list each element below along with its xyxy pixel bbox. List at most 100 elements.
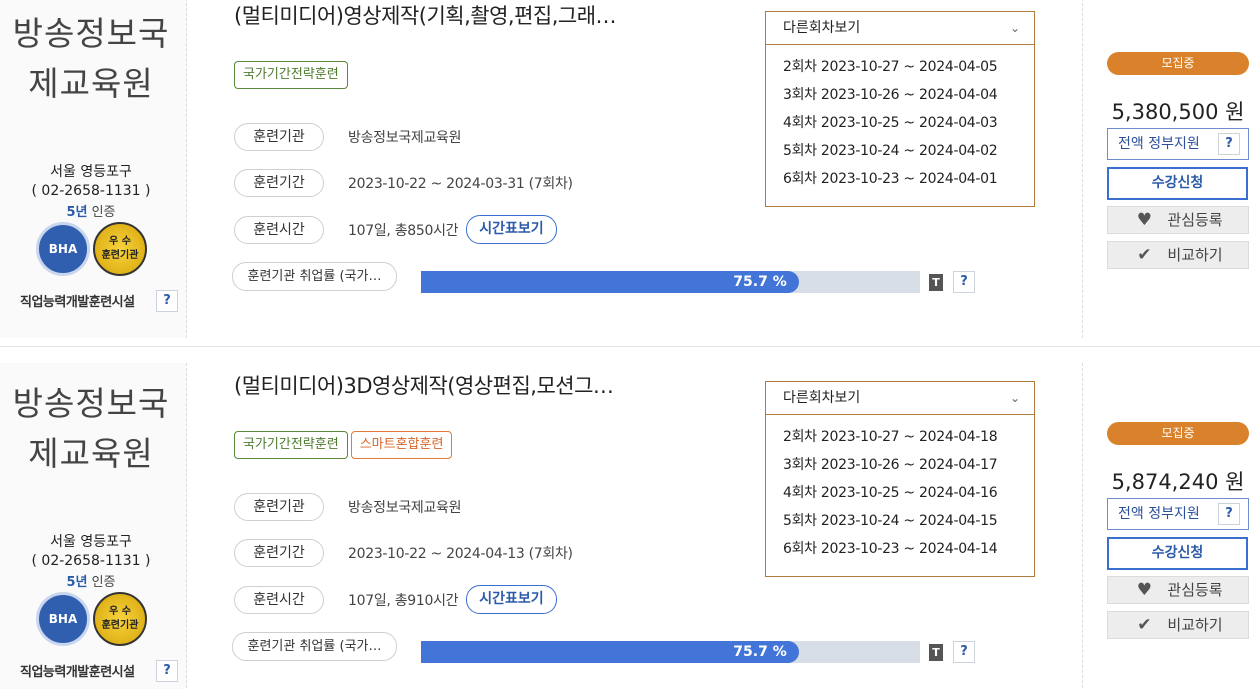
institution-row: 훈련기관 방송정보국제교육원 — [234, 493, 462, 521]
employment-rate-bar: 75.7 % — [421, 641, 920, 663]
timetable-button[interactable]: 시간표보기 — [466, 585, 557, 614]
org-panel: 방송정보국 제교육원 서울 영등포구 ( 02-2658-1131 ) 5년 인… — [0, 363, 187, 689]
period-value: 2023-10-22 ~ 2024-03-31 (7회차) — [348, 176, 573, 192]
institution-value: 방송정보국제교육원 — [348, 500, 462, 516]
org-certification: 5년 인증 — [0, 571, 182, 590]
session-item[interactable]: 4회차 2023-10-25 ~ 2024-04-03 — [766, 109, 1034, 137]
facility-help-button[interactable]: ? — [156, 660, 178, 682]
timetable-button[interactable]: 시간표보기 — [466, 215, 557, 244]
institution-label: 훈련기관 — [234, 123, 324, 151]
session-item[interactable]: 5회차 2023-10-24 ~ 2024-04-15 — [766, 507, 1034, 535]
course-tags: 국가기간전략훈련 — [234, 61, 348, 89]
apply-button[interactable]: 수강신청 — [1107, 537, 1248, 570]
org-name-line1: 방송정보국 — [12, 384, 170, 423]
employment-rate-fill: 75.7 % — [421, 271, 799, 293]
org-name-line1: 방송정보국 — [12, 14, 170, 53]
chevron-down-icon: ⌄ — [1009, 391, 1020, 405]
session-item[interactable]: 6회차 2023-10-23 ~ 2024-04-01 — [766, 165, 1034, 193]
facility-help-button[interactable]: ? — [156, 290, 178, 312]
org-name[interactable]: 방송정보국 제교육원 — [0, 379, 182, 479]
course-title[interactable]: (멀티미디어)3D영상제작(영상편집,모션그… — [234, 371, 614, 401]
heart-icon: ♥ — [1136, 210, 1153, 230]
excellent-institution-badge-icon: 우 수 훈련기관 — [93, 592, 147, 646]
t-icon[interactable]: T — [929, 274, 943, 291]
compare-button[interactable]: ✔ 비교하기 — [1107, 241, 1249, 269]
cert-suffix: 인증 — [87, 205, 116, 220]
course-title[interactable]: (멀티미디어)영상제작(기획,촬영,편집,그래… — [234, 1, 617, 31]
period-row: 훈련기간 2023-10-22 ~ 2024-03-31 (7회차) — [234, 169, 573, 197]
employment-rate-value: 75.7 % — [733, 644, 787, 660]
course-tags: 국가기간전략훈련 스마트혼합훈련 — [234, 431, 453, 459]
course-price: 5,380,500 원 — [1111, 100, 1245, 124]
sessions-list: 2회차 2023-10-27 ~ 2024-04-05 3회차 2023-10-… — [766, 45, 1034, 193]
cert-years: 5년 — [66, 205, 88, 220]
other-sessions-dropdown[interactable]: 다른회차보기 ⌄ 2회차 2023-10-27 ~ 2024-04-05 3회차… — [765, 11, 1035, 207]
hours-row: 훈련시간 107일, 총910시간 시간표보기 — [234, 585, 557, 614]
employment-rate-label[interactable]: 훈련기관 취업률 (국가… — [232, 262, 397, 291]
badge-line1: 우 수 — [109, 236, 131, 247]
government-support-label: 전액 정부지원 ? — [1107, 498, 1249, 530]
hours-value: 107일, 총910시간 — [348, 592, 459, 609]
hours-label: 훈련시간 — [234, 215, 324, 244]
badge-line1: 우 수 — [109, 606, 131, 617]
org-name-line2: 제교육원 — [28, 434, 154, 473]
session-item[interactable]: 3회차 2023-10-26 ~ 2024-04-17 — [766, 451, 1034, 479]
chevron-down-icon: ⌄ — [1009, 21, 1020, 35]
favorite-label: 관심등록 — [1167, 581, 1223, 599]
government-support-label: 전액 정부지원 ? — [1107, 128, 1249, 160]
session-item[interactable]: 6회차 2023-10-23 ~ 2024-04-14 — [766, 535, 1034, 563]
check-icon: ✔ — [1137, 615, 1152, 635]
institution-value: 방송정보국제교육원 — [348, 130, 462, 146]
session-item[interactable]: 5회차 2023-10-24 ~ 2024-04-02 — [766, 137, 1034, 165]
excellent-institution-badge-icon: 우 수 훈련기관 — [93, 222, 147, 276]
employment-rate-label[interactable]: 훈련기관 취업률 (국가… — [232, 632, 397, 661]
add-favorite-button[interactable]: ♥ 관심등록 — [1107, 576, 1249, 604]
sessions-header[interactable]: 다른회차보기 ⌄ — [766, 382, 1034, 415]
support-help-button[interactable]: ? — [1218, 133, 1240, 155]
tag-smart-blended: 스마트혼합훈련 — [350, 431, 453, 459]
bha-badge-icon: BHA — [36, 222, 90, 276]
t-icon[interactable]: T — [929, 644, 943, 661]
org-address: 서울 영등포구 — [50, 534, 132, 550]
sessions-header[interactable]: 다른회차보기 ⌄ — [766, 12, 1034, 45]
institution-row: 훈련기관 방송정보국제교육원 — [234, 123, 462, 151]
action-panel: 모집중 5,380,500 원 전액 정부지원 ? 수강신청 ♥ 관심등록 ✔ 비교… — [1082, 0, 1260, 338]
hours-label: 훈련시간 — [234, 585, 324, 614]
period-label: 훈련기간 — [234, 539, 324, 567]
compare-button[interactable]: ✔ 비교하기 — [1107, 611, 1249, 639]
session-item[interactable]: 2회차 2023-10-27 ~ 2024-04-05 — [766, 53, 1034, 81]
course-card: 방송정보국 제교육원 서울 영등포구 ( 02-2658-1131 ) 5년 인… — [0, 363, 1260, 689]
sessions-header-label: 다른회차보기 — [783, 390, 861, 406]
badge-line2: 훈련기관 — [101, 620, 139, 631]
org-phone: ( 02-2658-1131 ) — [31, 183, 151, 199]
org-phone: ( 02-2658-1131 ) — [31, 553, 151, 569]
hours-row: 훈련시간 107일, 총850시간 시간표보기 — [234, 215, 557, 244]
support-text: 전액 정부지원 — [1118, 506, 1200, 522]
session-item[interactable]: 3회차 2023-10-26 ~ 2024-04-04 — [766, 81, 1034, 109]
sessions-list: 2회차 2023-10-27 ~ 2024-04-18 3회차 2023-10-… — [766, 415, 1034, 563]
session-item[interactable]: 4회차 2023-10-25 ~ 2024-04-16 — [766, 479, 1034, 507]
status-badge: 모집중 — [1107, 52, 1249, 75]
cert-suffix: 인증 — [87, 575, 116, 590]
org-name[interactable]: 방송정보국 제교육원 — [0, 9, 182, 109]
employment-rate-bar: 75.7 % — [421, 271, 920, 293]
bha-badge-icon: BHA — [36, 592, 90, 646]
apply-button[interactable]: 수강신청 — [1107, 167, 1248, 200]
support-text: 전액 정부지원 — [1118, 136, 1200, 152]
sessions-header-label: 다른회차보기 — [783, 20, 861, 36]
course-card: 방송정보국 제교육원 서울 영등포구 ( 02-2658-1131 ) 5년 인… — [0, 0, 1260, 338]
org-panel: 방송정보국 제교육원 서울 영등포구 ( 02-2658-1131 ) 5년 인… — [0, 0, 187, 338]
period-row: 훈련기간 2023-10-22 ~ 2024-04-13 (7회차) — [234, 539, 573, 567]
employment-help-button[interactable]: ? — [953, 641, 975, 663]
session-item[interactable]: 2회차 2023-10-27 ~ 2024-04-18 — [766, 423, 1034, 451]
period-value: 2023-10-22 ~ 2024-04-13 (7회차) — [348, 546, 573, 562]
action-panel: 모집중 5,874,240 원 전액 정부지원 ? 수강신청 ♥ 관심등록 ✔ 비교… — [1082, 363, 1260, 689]
add-favorite-button[interactable]: ♥ 관심등록 — [1107, 206, 1249, 234]
favorite-label: 관심등록 — [1167, 211, 1223, 229]
other-sessions-dropdown[interactable]: 다른회차보기 ⌄ 2회차 2023-10-27 ~ 2024-04-18 3회차… — [765, 381, 1035, 577]
support-help-button[interactable]: ? — [1218, 503, 1240, 525]
card-divider — [0, 346, 1260, 347]
badge-line2: 훈련기관 — [101, 250, 139, 261]
tag-national-strategy: 국가기간전략훈련 — [234, 61, 348, 89]
employment-help-button[interactable]: ? — [953, 271, 975, 293]
